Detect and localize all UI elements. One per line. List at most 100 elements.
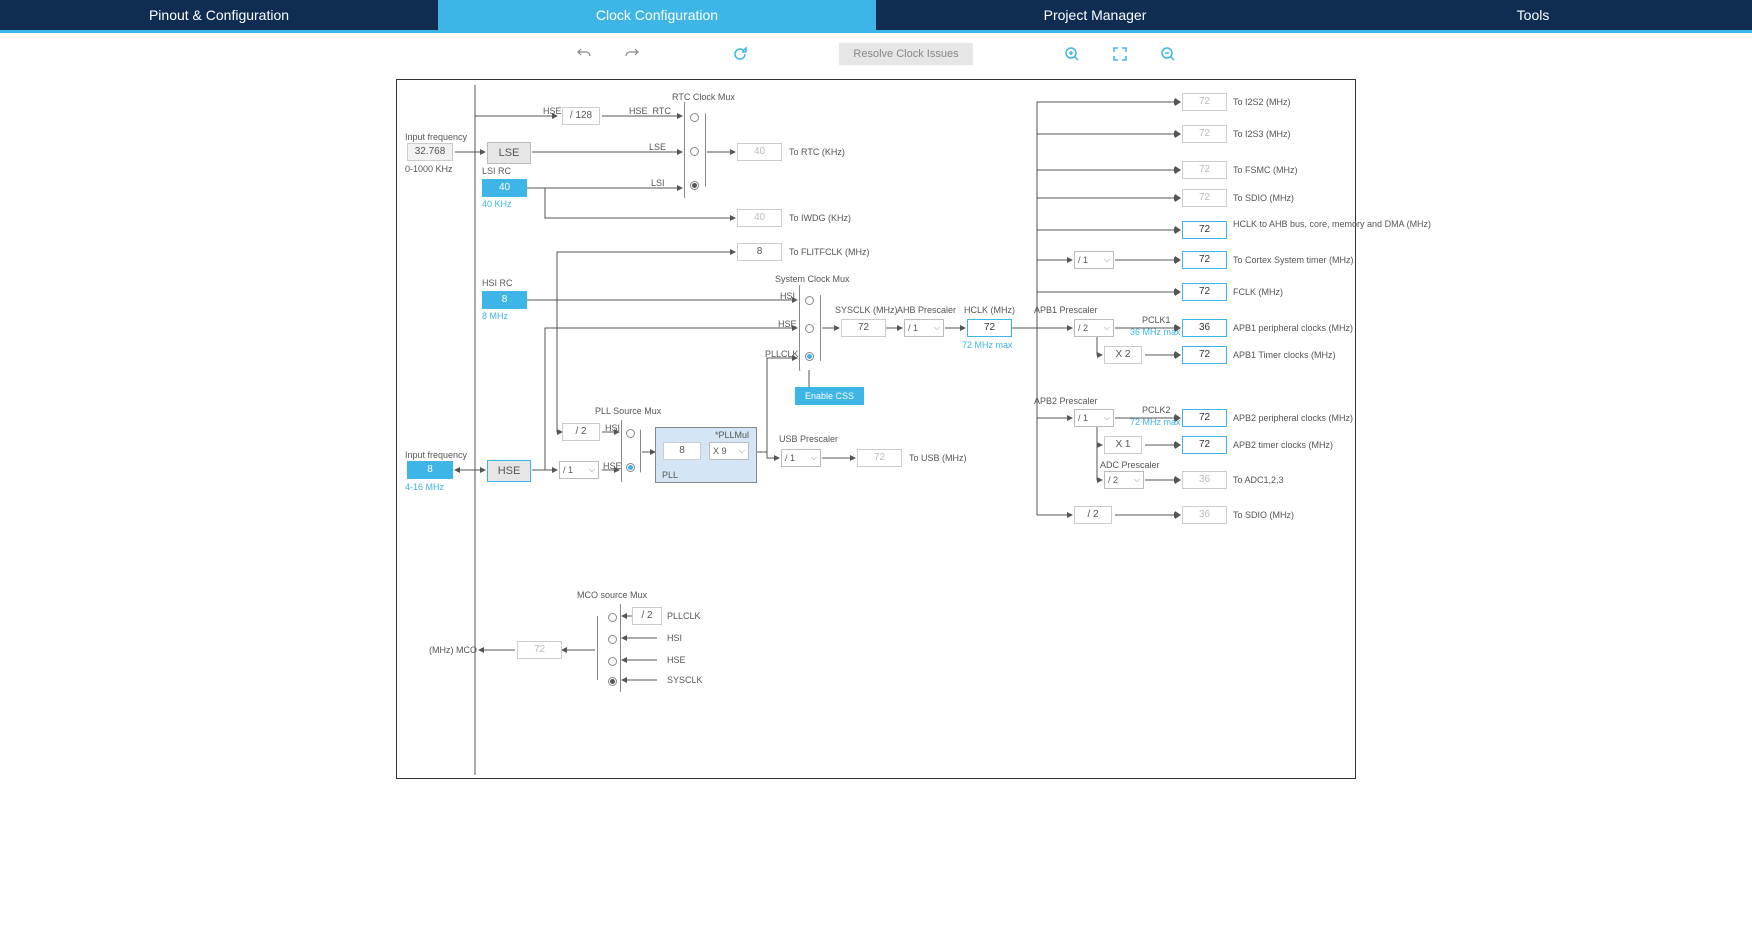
hsi-div2-box: / 2	[562, 423, 600, 441]
rtc-lsi-label: LSI	[651, 178, 665, 188]
toolbar: Resolve Clock Issues	[0, 33, 1752, 71]
pll-src-hsi-label: HSI	[605, 423, 620, 433]
fsmc-label: To FSMC (MHz)	[1233, 165, 1298, 175]
pll-mul-select[interactable]: X 9⌵	[709, 442, 749, 460]
iwdg-output-value: 40	[737, 209, 782, 227]
mco-sysclk-label: SYSCLK	[667, 675, 703, 685]
rtc-mux[interactable]	[684, 102, 706, 198]
sdio1-value: 72	[1182, 189, 1227, 207]
mco-mux-title: MCO source Mux	[577, 590, 647, 600]
resolve-clock-button[interactable]: Resolve Clock Issues	[839, 43, 972, 65]
clock-diagram: RTC Clock Mux HSE / 128 HSE_RTC LSE LSI …	[396, 79, 1356, 779]
system-clock-mux[interactable]	[799, 285, 821, 371]
tab-clock[interactable]: Clock Configuration	[438, 0, 876, 30]
sysmux-title: System Clock Mux	[775, 274, 850, 284]
apb2-periph-value[interactable]: 72	[1182, 409, 1227, 427]
hse-input-freq-value[interactable]: 8	[407, 461, 453, 479]
cortex-div-select[interactable]: / 1⌵	[1074, 251, 1114, 269]
pll-mul-input[interactable]: 8	[663, 442, 701, 460]
wire-layer	[397, 80, 1355, 778]
lse-box: LSE	[487, 142, 531, 164]
apb1-periph-label: APB1 peripheral clocks (MHz)	[1233, 323, 1353, 333]
fclk-value[interactable]: 72	[1182, 283, 1227, 301]
hsi-rc-label: HSI RC	[482, 278, 513, 288]
adc-prescaler-title: ADC Prescaler	[1100, 460, 1160, 470]
apb1-pclk-max: 36 MHz max	[1130, 327, 1181, 337]
apb2-prescaler-select[interactable]: / 1⌵	[1074, 409, 1114, 427]
pll-source-mux[interactable]	[621, 420, 641, 482]
sdio2-value: 36	[1182, 506, 1227, 524]
rtc-output-label: To RTC (KHz)	[789, 147, 845, 157]
sysmux-hsi-label: HSI	[780, 291, 795, 301]
enable-css-button[interactable]: Enable CSS	[795, 387, 864, 405]
adc-prescaler-select[interactable]: / 2⌵	[1104, 471, 1144, 489]
hclk-max-label: 72 MHz max	[962, 340, 1013, 350]
sysmux-pllclk-label: PLLCLK	[765, 349, 799, 359]
mco-hse-label: HSE	[667, 655, 686, 665]
hsi-value: 8	[482, 291, 527, 309]
apb2-tim-label: APB2 timer clocks (MHz)	[1233, 440, 1333, 450]
usb-prescaler-select[interactable]: / 1⌵	[781, 449, 821, 467]
ahb-prescaler-select[interactable]: / 1⌵	[904, 319, 944, 337]
undo-icon[interactable]	[575, 45, 593, 63]
ahb-prescaler-title: AHB Prescaler	[897, 305, 956, 315]
lse-input-freq-range: 0-1000 KHz	[405, 164, 453, 174]
usb-value: 72	[857, 449, 902, 467]
apb2-tim-value[interactable]: 72	[1182, 436, 1227, 454]
apb2-prescaler-title: APB2 Prescaler	[1034, 396, 1098, 406]
rtc-mux-title: RTC Clock Mux	[672, 92, 735, 102]
mco-source-mux[interactable]	[597, 604, 621, 692]
pll-label: PLL	[662, 470, 678, 480]
hse-input-freq-label: Input frequency	[405, 450, 467, 460]
lsi-value: 40	[482, 179, 527, 197]
apb1-pclk-label: PCLK1	[1142, 315, 1171, 325]
fclk-label: FCLK (MHz)	[1233, 287, 1283, 297]
hclk-ahb-label: HCLK to AHB bus, core, memory and DMA (M…	[1233, 220, 1353, 230]
apb1-periph-value[interactable]: 36	[1182, 319, 1227, 337]
rtc-lse-label: LSE	[649, 142, 666, 152]
cortex-value[interactable]: 72	[1182, 251, 1227, 269]
flitf-value: 8	[737, 243, 782, 261]
mco-hsi-label: HSI	[667, 633, 682, 643]
tab-project[interactable]: Project Manager	[876, 0, 1314, 30]
apb2-pclk-max: 72 MHz max	[1130, 417, 1181, 427]
zoom-out-icon[interactable]	[1159, 45, 1177, 63]
sdio-div2-box: / 2	[1074, 506, 1112, 524]
usb-prescaler-title: USB Prescaler	[779, 434, 838, 444]
sysclk-value[interactable]: 72	[841, 319, 886, 337]
adc-value: 36	[1182, 471, 1227, 489]
sysmux-hse-label: HSE	[778, 319, 797, 329]
mco-div2-box: / 2	[632, 607, 662, 625]
hse-prediv-select[interactable]: / 1⌵	[559, 461, 599, 479]
fsmc-value: 72	[1182, 161, 1227, 179]
sdio1-label: To SDIO (MHz)	[1233, 193, 1294, 203]
lse-input-freq-label: Input frequency	[405, 132, 467, 142]
fit-icon[interactable]	[1111, 45, 1129, 63]
mco-value: 72	[517, 641, 562, 659]
redo-icon[interactable]	[623, 45, 641, 63]
hse-box: HSE	[487, 460, 531, 482]
hclk-label: HCLK (MHz)	[964, 305, 1015, 315]
hse-input-freq-range: 4-16 MHz	[405, 482, 444, 492]
main-tabs: Pinout & Configuration Clock Configurati…	[0, 0, 1752, 33]
apb1-tim-label: APB1 Timer clocks (MHz)	[1233, 350, 1336, 360]
mco-output-label: (MHz) MCO	[429, 645, 477, 655]
apb1-tim-value[interactable]: 72	[1182, 346, 1227, 364]
lsi-khz-label: 40 KHz	[482, 199, 512, 209]
apb1-prescaler-select[interactable]: / 2⌵	[1074, 319, 1114, 337]
pll-mul-label: *PLLMul	[715, 430, 749, 440]
refresh-icon[interactable]	[731, 45, 749, 63]
hsi-mhz-label: 8 MHz	[482, 311, 508, 321]
tab-tools[interactable]: Tools	[1314, 0, 1752, 30]
mco-pllclk-label: PLLCLK	[667, 611, 701, 621]
i2s2-label: To I2S2 (MHz)	[1233, 97, 1291, 107]
hclk-ahb-value[interactable]: 72	[1182, 221, 1227, 239]
lse-input-freq-value[interactable]: 32.768	[407, 143, 453, 161]
tab-pinout[interactable]: Pinout & Configuration	[0, 0, 438, 30]
pll-src-hse-label: HSE	[603, 461, 622, 471]
i2s2-value: 72	[1182, 93, 1227, 111]
zoom-in-icon[interactable]	[1063, 45, 1081, 63]
hclk-value[interactable]: 72	[967, 319, 1012, 337]
lsi-rc-label: LSI RC	[482, 166, 511, 176]
rtc-output-value[interactable]: 40	[737, 143, 782, 161]
